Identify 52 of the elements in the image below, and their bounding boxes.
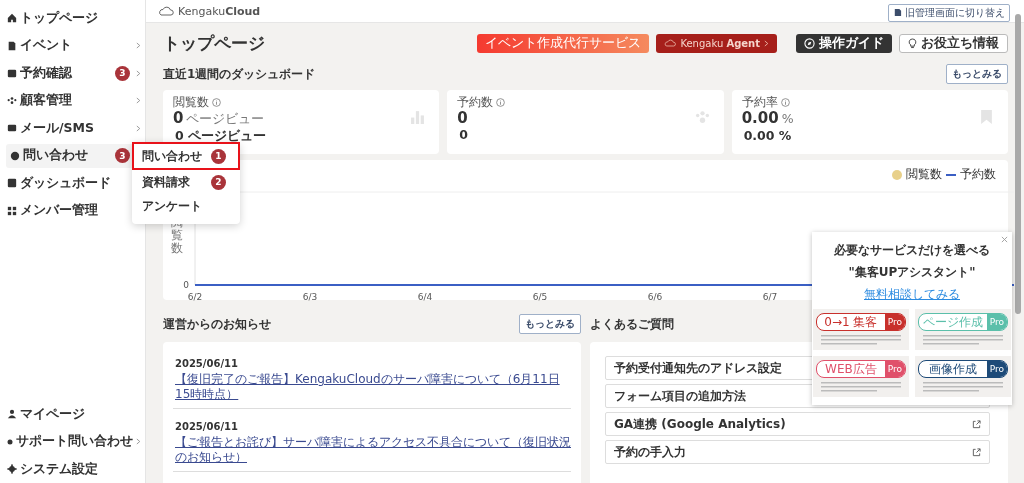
promo-headline: 必要なサービスだけを選べる bbox=[834, 242, 990, 259]
stat-subvalue: 0.00 % bbox=[743, 128, 793, 143]
stat-unit: ページビュー bbox=[186, 110, 265, 128]
axis-tick-label: 6/3 bbox=[302, 292, 318, 302]
legend-label: 予約数 bbox=[960, 166, 996, 183]
stat-value: 0.00 bbox=[741, 109, 779, 127]
axis-tick-label: 6/5 bbox=[532, 292, 548, 302]
sidebar-label: メール/SMS bbox=[20, 119, 95, 137]
axis-tick-label: 6/6 bbox=[647, 292, 663, 302]
axis-tick-label: 6/2 bbox=[187, 292, 203, 302]
section-title: よくあるご質問 bbox=[590, 315, 674, 333]
section-title: 直近1週間のダッシュボード bbox=[163, 65, 316, 83]
sidebar-label: サポート問い合わせ bbox=[16, 433, 133, 450]
stat-label: 予約率 bbox=[741, 95, 778, 109]
sidebar-label: マイページ bbox=[20, 405, 86, 423]
axis-tick-label: 6/4 bbox=[417, 292, 433, 302]
pro-badge: Pro bbox=[884, 361, 905, 377]
logo-text: KengakuCloud bbox=[178, 4, 261, 18]
sidebar-label: ダッシュボード bbox=[20, 174, 112, 192]
pro-badge: Pro bbox=[986, 361, 1007, 377]
service-name: ページ作成 bbox=[921, 314, 984, 330]
service-name: WEB広告 bbox=[824, 361, 878, 377]
sidebar-label: 顧客管理 bbox=[20, 92, 73, 109]
sidebar-label: イベント bbox=[20, 37, 73, 54]
news-date: 2025/06/11 bbox=[175, 421, 239, 432]
service-name: 0→1 集客 bbox=[823, 314, 879, 330]
stat-subvalue: 0 bbox=[459, 127, 470, 142]
count-badge: 3 bbox=[115, 65, 130, 81]
sidebar-label: メンバー管理 bbox=[20, 202, 99, 219]
stat-subvalue: 0 ページビュー bbox=[175, 128, 268, 143]
count-badge: 2 bbox=[211, 174, 226, 190]
axis-tick-label: 0 bbox=[183, 280, 189, 290]
pro-badge: Pro bbox=[986, 314, 1007, 330]
sidebar-label: 予約確認 bbox=[20, 64, 73, 82]
service-name: 画像作成 bbox=[927, 361, 978, 377]
pro-badge: Pro bbox=[884, 314, 905, 330]
sidebar-label: 問い合わせ bbox=[23, 147, 89, 164]
sidebar-label: トップページ bbox=[20, 9, 99, 27]
sidebar-label: システム設定 bbox=[20, 460, 99, 478]
stat-label: 予約数 bbox=[457, 95, 494, 109]
page-title: トップページ bbox=[163, 31, 265, 55]
stat-value: 0 bbox=[457, 109, 468, 127]
stat-unit: % bbox=[781, 110, 794, 128]
stat-label: 閲覧数 bbox=[173, 95, 209, 109]
legend-label: 閲覧数 bbox=[906, 166, 942, 183]
stat-value: 0 bbox=[173, 109, 184, 127]
news-date: 2025/06/11 bbox=[175, 358, 239, 369]
section-title: 運営からのお知らせ bbox=[163, 315, 271, 333]
promo-subheadline: "集客UPアシスタント" bbox=[848, 264, 976, 281]
count-badge: 3 bbox=[115, 148, 130, 163]
count-badge: 1 bbox=[211, 148, 226, 164]
axis-tick-label: 6/7 bbox=[762, 292, 778, 302]
